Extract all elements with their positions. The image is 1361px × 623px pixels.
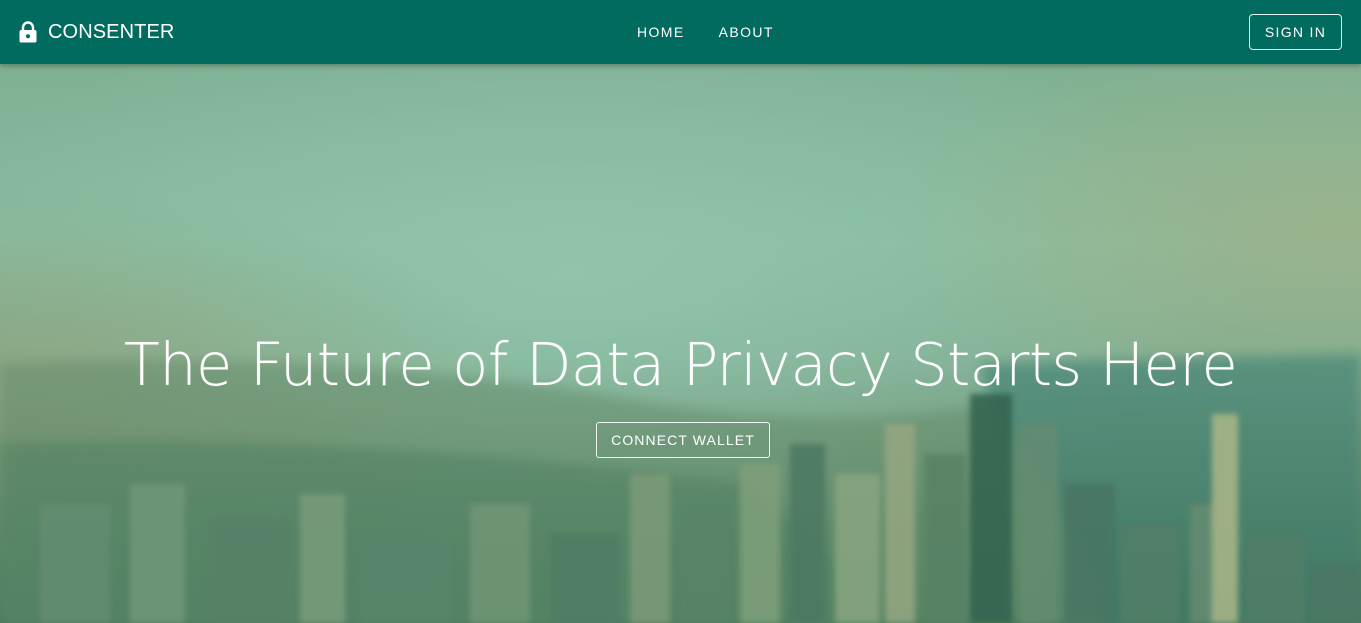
- connect-wallet-button[interactable]: CONNECT WALLET: [596, 422, 770, 458]
- top-app-bar: CONSENTER HOME ABOUT SIGN IN: [0, 0, 1361, 64]
- sign-in-button[interactable]: SIGN IN: [1249, 14, 1342, 50]
- nav-home-link[interactable]: HOME: [620, 16, 702, 48]
- nav-about-link[interactable]: ABOUT: [702, 16, 791, 48]
- main-nav: HOME ABOUT: [620, 0, 791, 64]
- lock-icon: [19, 21, 37, 43]
- hero-title: The Future of Data Privacy Starts Here: [123, 330, 1238, 399]
- brand-name: CONSENTER: [48, 20, 175, 43]
- brand[interactable]: CONSENTER: [18, 0, 174, 64]
- app-root: CONSENTER HOME ABOUT SIGN IN The Future …: [0, 0, 1361, 623]
- hero-section: The Future of Data Privacy Starts Here C…: [0, 64, 1361, 623]
